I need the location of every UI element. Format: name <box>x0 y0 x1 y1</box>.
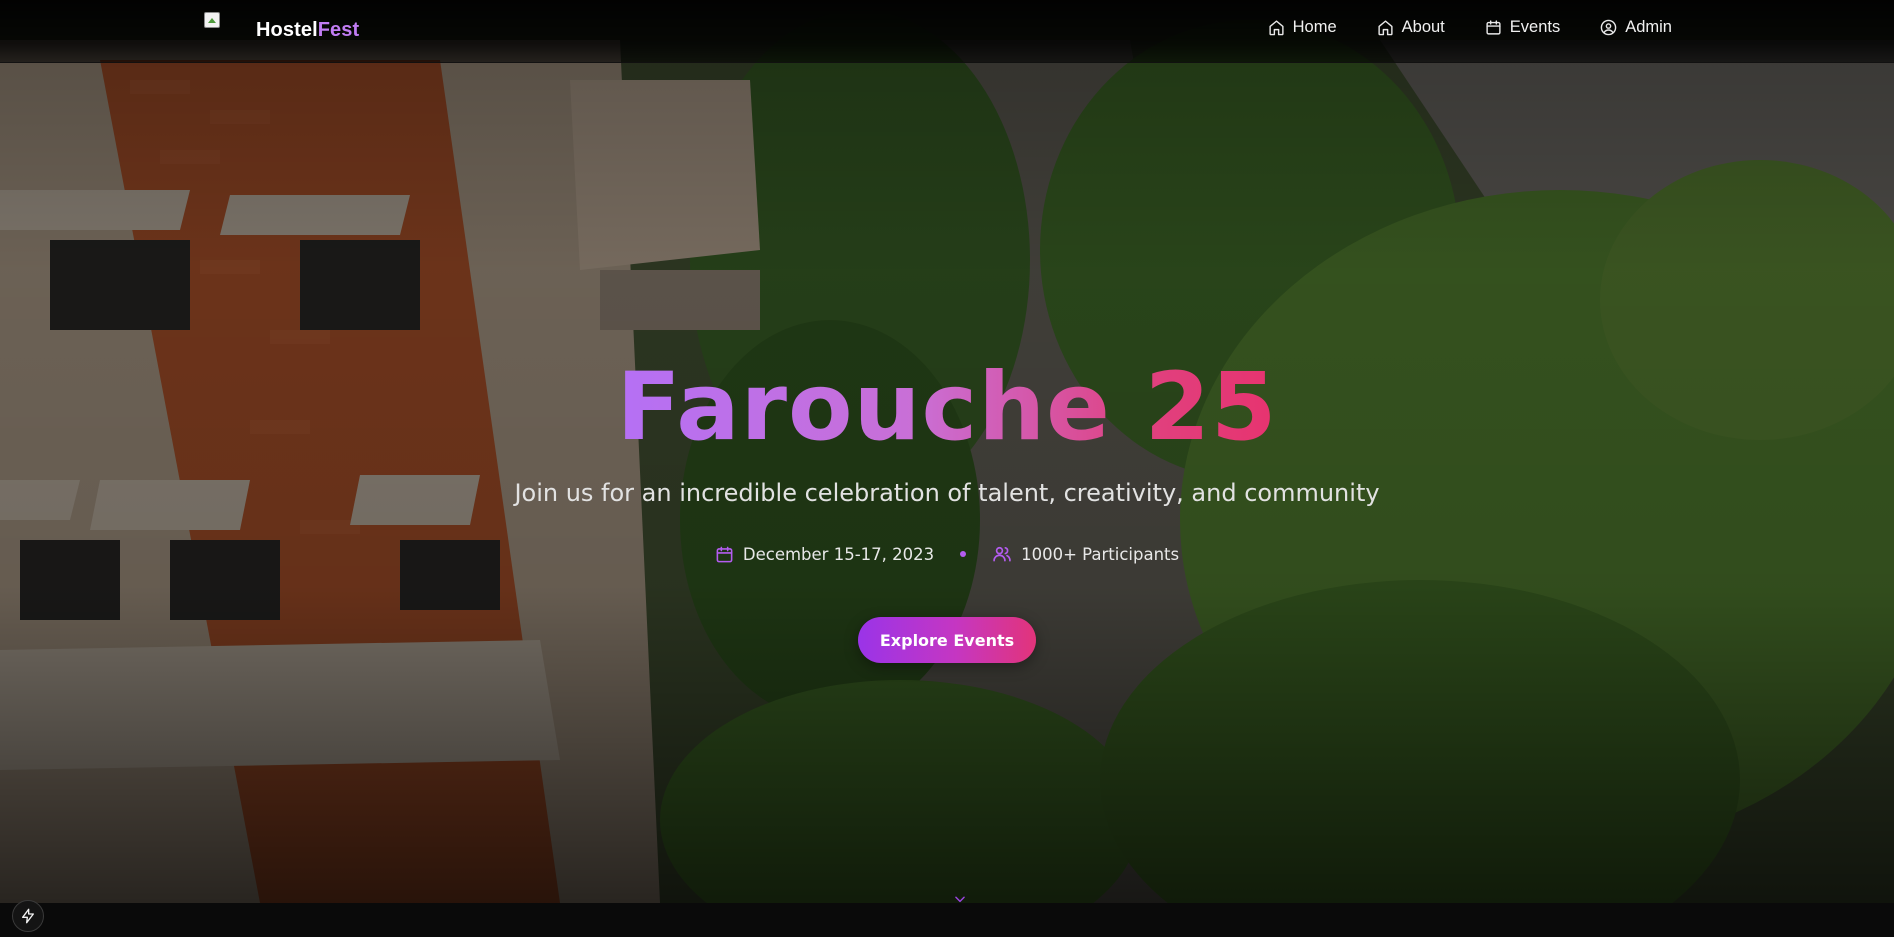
event-meta: December 15-17, 2023 1000+ Participants <box>0 544 1894 564</box>
nav-home-link[interactable]: Home <box>1268 18 1337 37</box>
nav-events-link[interactable]: Events <box>1485 18 1560 37</box>
users-icon <box>993 546 1011 562</box>
nav-about-link[interactable]: About <box>1377 18 1445 37</box>
top-navbar: HostelFest Home About Events Admin <box>0 0 1894 63</box>
hero-subtitle: Join us for an incredible celebration of… <box>514 479 1380 507</box>
brand-prefix: Hostel <box>256 18 318 41</box>
brand-name: HostelFest <box>256 19 359 42</box>
page: HostelFest Home About Events Admin Farou… <box>0 0 1894 937</box>
footer-strip <box>0 903 1894 937</box>
event-participants: 1000+ Participants <box>992 544 1179 564</box>
lightning-icon <box>22 908 34 924</box>
event-participants-text: 1000+ Participants <box>1021 544 1180 564</box>
explore-events-button[interactable]: Explore Events <box>858 617 1036 663</box>
nav-about-label: About <box>1401 18 1445 36</box>
nav-home-label: Home <box>1292 18 1337 36</box>
calendar-icon <box>716 546 733 562</box>
nav-admin-label: Admin <box>1625 18 1672 36</box>
home-icon <box>1269 20 1284 36</box>
event-date: December 15-17, 2023 <box>715 545 934 564</box>
brand-accent: Fest <box>317 18 360 41</box>
nav-links: Home About Events Admin <box>1228 18 1672 37</box>
dev-tools-badge[interactable] <box>12 900 44 932</box>
scroll-down-indicator[interactable] <box>952 892 968 911</box>
event-date-text: December 15-17, 2023 <box>742 544 935 564</box>
home-icon <box>1378 20 1393 36</box>
broken-image-icon <box>204 12 222 30</box>
meta-separator-dot <box>960 551 967 557</box>
hero-title: Farouche 25 <box>0 348 1894 468</box>
nav-admin-link[interactable]: Admin <box>1600 18 1672 37</box>
hero-title-text: Farouche 25 <box>616 353 1278 462</box>
chevron-down-icon <box>955 896 965 903</box>
nav-events-label: Events <box>1509 18 1561 36</box>
calendar-icon <box>1486 20 1501 35</box>
brand-link[interactable]: HostelFest <box>204 10 359 50</box>
user-circle-icon <box>1600 19 1617 36</box>
